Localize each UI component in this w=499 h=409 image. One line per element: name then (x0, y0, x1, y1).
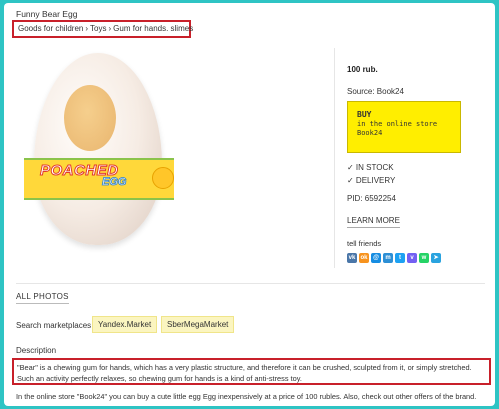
egg-yolk (64, 85, 116, 151)
breadcrumb: Goods for children › Toys › Gum for hands. s… (12, 20, 193, 38)
myworld-icon[interactable]: m (383, 253, 393, 263)
marketplace-yandex-market[interactable]: Yandex.Market (92, 316, 158, 333)
telegram-icon[interactable]: ➤ (431, 253, 441, 263)
label-text-egg: EGG (102, 176, 127, 189)
breadcrumb-gum-for-hands[interactable]: Gum for hands. slimes (113, 24, 193, 33)
description-text: "Bear" is a chewing gum for hands, which… (12, 358, 491, 385)
breadcrumb-toys[interactable]: Toys (90, 24, 106, 33)
buy-store-name: Book24 (357, 129, 383, 137)
mail-icon[interactable]: @ (371, 253, 381, 263)
product-id: PID: 6592254 (347, 194, 396, 203)
all-photos-link[interactable]: ALL PHOTOS (16, 292, 69, 304)
smiley-icon (152, 167, 174, 189)
share-buttons: vk ok @ m t v w ➤ (347, 253, 441, 263)
description-label: Description (16, 346, 57, 355)
price: 100 rub. (347, 65, 378, 74)
product-page: Funny Bear Egg Goods for children › Toys › G… (4, 3, 495, 406)
breadcrumb-separator: › (108, 24, 112, 33)
in-stock-status: ✓ IN STOCK (347, 163, 394, 172)
search-marketplaces-label: Search marketplaces (16, 321, 92, 330)
ok-icon[interactable]: ok (359, 253, 369, 263)
viber-icon[interactable]: v (407, 253, 417, 263)
twitter-icon[interactable]: t (395, 253, 405, 263)
breadcrumb-goods-for-children[interactable]: Goods for children (18, 24, 83, 33)
buy-line: in the online store (357, 120, 438, 128)
marketplace-sbermegamarket[interactable]: SberMegaMarket (161, 316, 235, 333)
buy-title: BUY (357, 110, 372, 119)
tell-friends-label: tell friends (347, 239, 382, 248)
buy-button[interactable]: BUY in the online store Book24 (347, 101, 461, 153)
whatsapp-icon[interactable]: w (419, 253, 429, 263)
delivery-status: ✓ DELIVERY (347, 176, 396, 185)
learn-more-link[interactable]: LEARN MORE (347, 216, 400, 228)
breadcrumb-separator: › (85, 24, 89, 33)
store-offer-text: In the online store "Book24" you can buy… (16, 392, 477, 401)
divider (16, 283, 485, 284)
product-image[interactable]: POACHED EGG (24, 48, 174, 258)
page-title: Funny Bear Egg (16, 9, 78, 19)
divider (334, 48, 335, 268)
egg-shape (34, 53, 162, 245)
vk-icon[interactable]: vk (347, 253, 357, 263)
source: Source: Book24 (347, 87, 404, 96)
product-label-band: POACHED EGG (24, 158, 174, 200)
